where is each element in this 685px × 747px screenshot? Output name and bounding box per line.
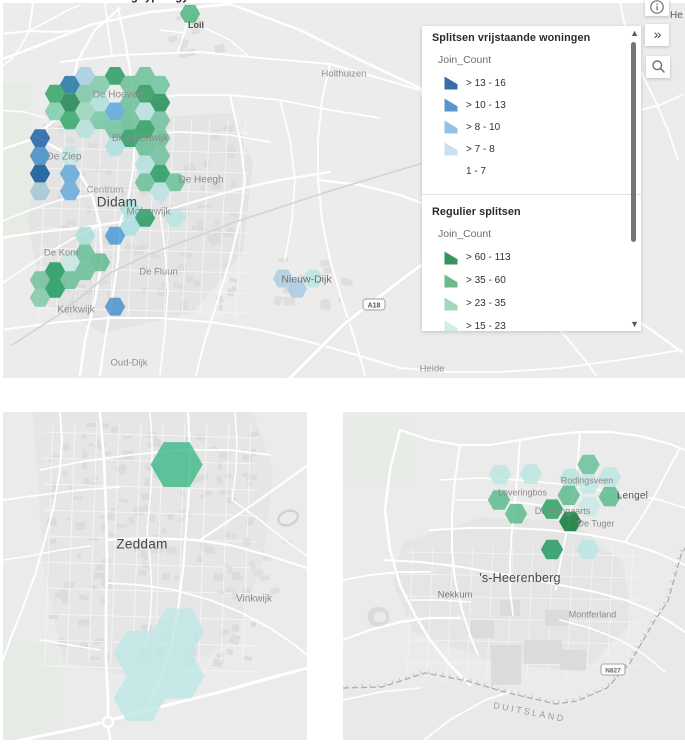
svg-text:De Tuger: De Tuger <box>577 519 614 529</box>
svg-text:'s-Heerenberg: 's-Heerenberg <box>479 571 560 585</box>
svg-text:Kerkwijk: Kerkwijk <box>57 305 95 316</box>
svg-text:Molenwijk: Molenwijk <box>127 207 172 218</box>
svg-text:N827: N827 <box>605 668 621 675</box>
svg-text:Nekkum: Nekkum <box>438 590 473 601</box>
svg-text:Lengel: Lengel <box>617 491 648 502</box>
svg-text:A18: A18 <box>368 303 381 310</box>
svg-text:De Fluun: De Fluun <box>139 267 178 278</box>
svg-text:Nieuw-Dijk: Nieuw-Dijk <box>281 274 332 286</box>
svg-text:Loil: Loil <box>188 20 204 30</box>
svg-text:Zeddam: Zeddam <box>116 537 167 552</box>
svg-text:Heide: Heide <box>420 364 445 375</box>
svg-text:Oud-Dijk: Oud-Dijk <box>111 358 148 369</box>
svg-text:Holthuizen: Holthuizen <box>322 69 367 80</box>
svg-text:Rodingsveen: Rodingsveen <box>561 476 614 486</box>
svg-text:Vinkwijk: Vinkwijk <box>236 594 273 605</box>
svg-text:Bloemenwijk: Bloemenwijk <box>112 133 169 144</box>
svg-text:De Ziep: De Ziep <box>46 152 81 163</box>
svg-text:Loveringbos: Loveringbos <box>498 488 548 498</box>
svg-text:De Hangaarts: De Hangaarts <box>535 506 591 516</box>
svg-text:Montferland: Montferland <box>569 610 617 620</box>
svg-text:De Kom: De Kom <box>44 248 78 259</box>
svg-text:De Heegh: De Heegh <box>178 175 223 186</box>
svg-text:De Hoevert: De Hoevert <box>93 90 144 101</box>
